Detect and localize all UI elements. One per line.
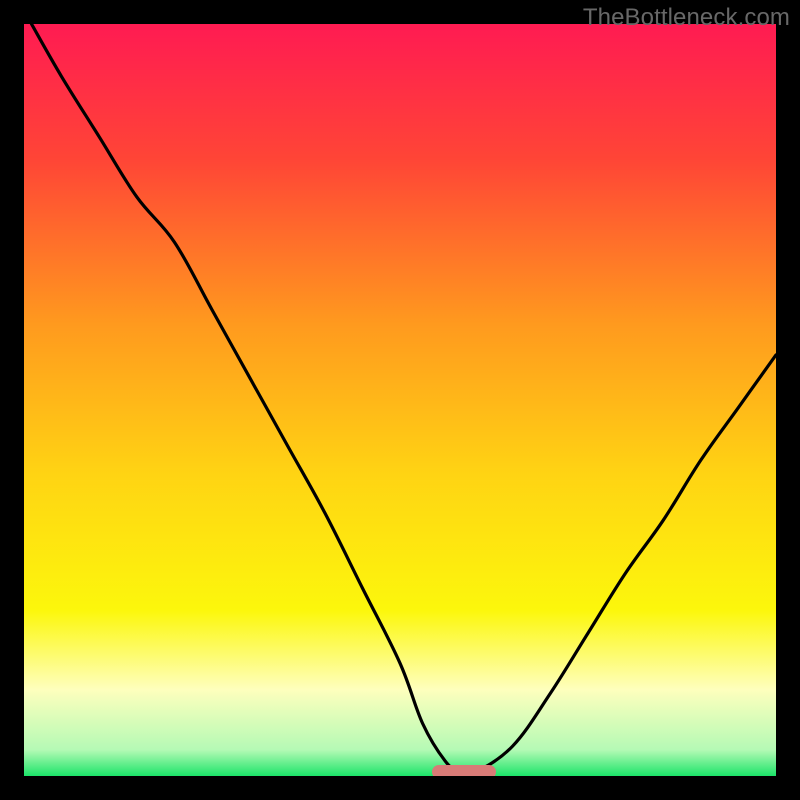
- chart-svg: [24, 24, 776, 776]
- plot-area: [24, 24, 776, 776]
- optimal-marker: [432, 765, 496, 776]
- watermark-text: TheBottleneck.com: [583, 4, 790, 32]
- chart-frame: TheBottleneck.com: [0, 0, 800, 800]
